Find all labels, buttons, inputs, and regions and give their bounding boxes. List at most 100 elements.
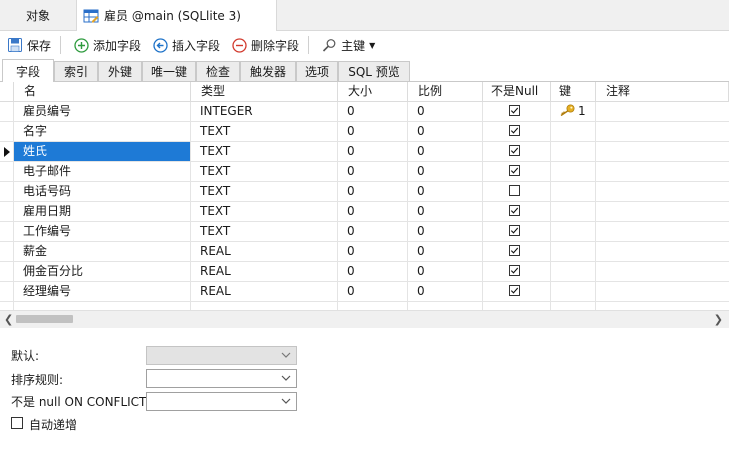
field-scale-cell[interactable]: 0 (408, 142, 483, 162)
field-type-cell[interactable]: REAL (191, 282, 338, 302)
field-comment-cell[interactable] (596, 282, 729, 302)
field-not-null-cell[interactable] (483, 202, 551, 222)
field-not-null-cell[interactable] (483, 262, 551, 282)
field-size-cell[interactable] (338, 302, 408, 310)
field-size-cell[interactable]: 0 (338, 142, 408, 162)
tab-checks[interactable]: 检查 (196, 61, 240, 81)
field-comment-cell[interactable] (596, 122, 729, 142)
tab-table-design[interactable]: 雇员 @main (SQLlite 3) (77, 0, 277, 31)
tab-fields[interactable]: 字段 (2, 59, 54, 82)
column-header-not-null[interactable]: 不是Null (483, 82, 551, 102)
field-name-cell[interactable]: 工作编号 (14, 222, 191, 242)
table-row[interactable] (0, 302, 729, 310)
primary-key-button[interactable]: 主键 ▼ (317, 33, 379, 57)
tab-unique-keys[interactable]: 唯一键 (142, 61, 196, 81)
table-row[interactable]: 经理编号 REAL 0 0 (0, 282, 729, 302)
not-null-checkbox[interactable] (509, 225, 520, 236)
fields-grid[interactable]: 名 类型 大小 比例 不是Null 键 注释 雇员编号 INTEGER 0 0 1 名字 T… (0, 82, 729, 310)
table-row[interactable]: 工作编号 TEXT 0 0 (0, 222, 729, 242)
tab-foreign-keys[interactable]: 外键 (98, 61, 142, 81)
field-comment-cell[interactable] (596, 142, 729, 162)
add-field-button[interactable]: 添加字段 (69, 33, 145, 57)
default-select[interactable] (146, 346, 297, 365)
field-not-null-cell[interactable] (483, 102, 551, 122)
row-indicator[interactable] (0, 222, 14, 242)
scrollbar-thumb[interactable] (16, 315, 73, 323)
tab-objects[interactable]: 对象 (0, 0, 77, 30)
field-type-cell[interactable]: TEXT (191, 122, 338, 142)
field-scale-cell[interactable]: 0 (408, 182, 483, 202)
field-name-cell[interactable]: 薪金 (14, 242, 191, 262)
not-null-checkbox[interactable] (509, 105, 520, 116)
not-null-checkbox[interactable] (509, 185, 520, 196)
field-not-null-cell[interactable] (483, 302, 551, 310)
field-name-cell[interactable]: 雇员编号 (14, 102, 191, 122)
not-null-checkbox[interactable] (509, 285, 520, 296)
column-header-size[interactable]: 大小 (338, 82, 408, 102)
horizontal-scrollbar[interactable]: ❮ ❯ (0, 310, 729, 328)
field-scale-cell[interactable]: 0 (408, 282, 483, 302)
field-not-null-cell[interactable] (483, 182, 551, 202)
table-row[interactable]: 电子邮件 TEXT 0 0 (0, 162, 729, 182)
table-row[interactable]: 雇员编号 INTEGER 0 0 1 (0, 102, 729, 122)
field-size-cell[interactable]: 0 (338, 182, 408, 202)
field-type-cell[interactable]: TEXT (191, 162, 338, 182)
field-size-cell[interactable]: 0 (338, 122, 408, 142)
table-row[interactable]: 雇用日期 TEXT 0 0 (0, 202, 729, 222)
field-size-cell[interactable]: 0 (338, 202, 408, 222)
field-comment-cell[interactable] (596, 262, 729, 282)
field-scale-cell[interactable]: 0 (408, 202, 483, 222)
row-indicator[interactable] (0, 302, 14, 310)
field-comment-cell[interactable] (596, 182, 729, 202)
row-indicator[interactable] (0, 102, 14, 122)
row-indicator[interactable] (0, 162, 14, 182)
field-type-cell[interactable]: TEXT (191, 222, 338, 242)
field-name-cell[interactable]: 电话号码 (14, 182, 191, 202)
field-size-cell[interactable]: 0 (338, 282, 408, 302)
field-size-cell[interactable]: 0 (338, 262, 408, 282)
column-header-name[interactable]: 名 (14, 82, 191, 102)
row-indicator[interactable] (0, 242, 14, 262)
field-size-cell[interactable]: 0 (338, 222, 408, 242)
row-indicator[interactable] (0, 262, 14, 282)
field-comment-cell[interactable] (596, 202, 729, 222)
column-header-scale[interactable]: 比例 (408, 82, 483, 102)
save-button[interactable]: 保存 (3, 33, 55, 57)
not-null-checkbox[interactable] (509, 145, 520, 156)
tab-triggers[interactable]: 触发器 (240, 61, 296, 81)
row-indicator[interactable] (0, 182, 14, 202)
not-null-checkbox[interactable] (509, 245, 520, 256)
field-scale-cell[interactable]: 0 (408, 122, 483, 142)
field-type-cell[interactable]: TEXT (191, 182, 338, 202)
collation-select[interactable] (146, 369, 297, 388)
field-scale-cell[interactable]: 0 (408, 162, 483, 182)
field-size-cell[interactable]: 0 (338, 102, 408, 122)
autoincrement-checkbox[interactable] (11, 417, 23, 429)
not-null-checkbox[interactable] (509, 125, 520, 136)
column-header-type[interactable]: 类型 (191, 82, 338, 102)
field-not-null-cell[interactable] (483, 122, 551, 142)
field-scale-cell[interactable]: 0 (408, 222, 483, 242)
field-not-null-cell[interactable] (483, 242, 551, 262)
field-name-cell[interactable]: 姓氏 (14, 142, 191, 162)
row-indicator[interactable] (0, 282, 14, 302)
field-name-cell[interactable]: 佣金百分比 (14, 262, 191, 282)
row-indicator[interactable] (0, 122, 14, 142)
field-comment-cell[interactable] (596, 302, 729, 310)
field-not-null-cell[interactable] (483, 222, 551, 242)
field-size-cell[interactable]: 0 (338, 242, 408, 262)
field-comment-cell[interactable] (596, 162, 729, 182)
table-row[interactable]: 姓氏 TEXT 0 0 (0, 142, 729, 162)
column-header-comment[interactable]: 注释 (596, 82, 729, 102)
field-key-cell[interactable] (551, 162, 596, 182)
field-key-cell[interactable]: 1 (551, 102, 596, 122)
field-name-cell[interactable]: 名字 (14, 122, 191, 142)
field-key-cell[interactable] (551, 202, 596, 222)
field-key-cell[interactable] (551, 182, 596, 202)
field-name-cell[interactable]: 经理编号 (14, 282, 191, 302)
field-key-cell[interactable] (551, 222, 596, 242)
table-row[interactable]: 佣金百分比 REAL 0 0 (0, 262, 729, 282)
field-type-cell[interactable] (191, 302, 338, 310)
field-not-null-cell[interactable] (483, 142, 551, 162)
field-type-cell[interactable]: INTEGER (191, 102, 338, 122)
